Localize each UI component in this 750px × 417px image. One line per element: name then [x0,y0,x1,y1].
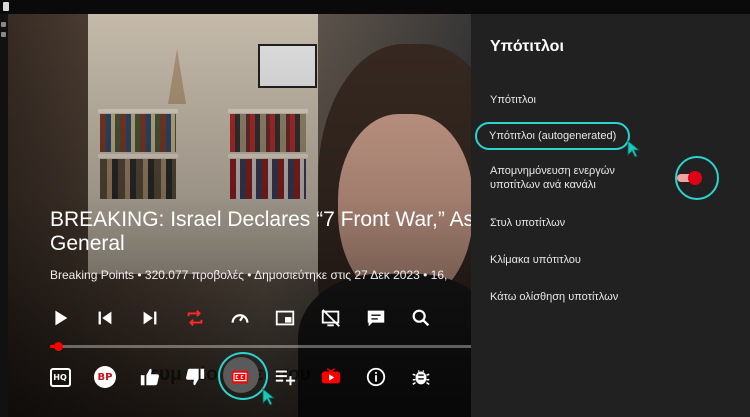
play-button[interactable] [47,305,73,331]
window-indicator-icon [3,2,9,11]
captions-box-icon [367,310,385,327]
next-icon [143,311,157,325]
subtitles-settings-panel: Υπότιτλοι Υπότιτλοι Υπότιτλοι (autogener… [471,14,750,417]
menu-item-label: Υπότιτλοι [490,94,536,106]
cast-button[interactable] [318,305,344,331]
play-icon [55,310,68,326]
menu-item-subtitle-scale[interactable]: Κλίμακα υπότιτλου [490,253,581,267]
hq-label: HQ [53,372,67,382]
menu-item-label: Υπότιτλοι (autogenerated) [489,130,617,142]
menu-item-label: Κάτω ολίσθηση υποτίτλων [490,291,619,303]
search-button[interactable] [408,305,434,331]
captions-button[interactable] [363,305,389,331]
menu-item-subtitle-bottom-offset[interactable]: Κάτω ολίσθηση υποτίτλων [490,290,618,304]
hq-icon: HQ [49,367,71,387]
channel-button[interactable]: BP [92,364,118,390]
info-icon [366,367,386,387]
playback-speed-button[interactable] [227,305,253,331]
info-button[interactable] [363,364,389,390]
remember-subtitles-toggle[interactable] [688,171,702,185]
previous-icon [98,311,112,325]
menu-item-label: Απομνημόνευση ενεργών υποτίτλων ανά κανά… [490,165,615,191]
repeat-icon [187,310,203,326]
add-to-playlist-button[interactable] [272,364,298,390]
miniplayer-button[interactable] [272,305,298,331]
menu-item-subtitle-style[interactable]: Στυλ υποτίτλων [490,216,565,230]
next-button[interactable] [137,305,163,331]
panel-title: Υπότιτλοι [490,38,564,55]
channel-avatar-label: BP [97,371,113,383]
dislike-button[interactable] [182,364,208,390]
top-status-bar [0,0,750,14]
previous-button[interactable] [92,305,118,331]
pointer-cursor-icon [262,388,276,406]
youtube-button[interactable] [318,364,344,390]
menu-item-remember-subtitles-per-channel[interactable]: Απομνημόνευση ενεργών υποτίτλων ανά κανά… [490,164,650,192]
bug-report-button[interactable] [408,364,434,390]
search-icon [412,309,430,327]
video-meta: Breaking Points • 320.077 προβολές • Δημ… [50,268,448,282]
video-title: BREAKING: Israel Declares “7 Front War,”… [50,208,485,255]
seek-bar[interactable] [50,342,471,351]
subtitles-button[interactable] [227,364,253,390]
menu-item-label: Κλίμακα υπότιτλου [490,254,581,266]
subtitles-icon [231,370,249,384]
bug-icon [412,370,430,385]
pointer-cursor-icon [627,140,641,158]
miniplayer-icon [275,310,295,326]
strip-icon [1,22,6,27]
like-icon [140,368,159,386]
menu-item-subtitles[interactable]: Υπότιτλοι [490,93,536,107]
youtube-icon [321,368,341,384]
dislike-icon [186,368,205,386]
left-edge-strip [0,14,8,417]
add-to-playlist-icon [275,370,296,386]
menu-item-subtitles-autogenerated[interactable]: Υπότιτλοι (autogenerated) [475,122,631,150]
channel-avatar: BP [94,366,116,388]
cast-off-icon [321,309,340,327]
strip-icon [1,32,6,37]
repeat-button[interactable] [182,305,208,331]
menu-item-label: Στυλ υποτίτλων [490,217,566,229]
speed-icon [231,314,249,323]
hq-button[interactable]: HQ [47,364,73,390]
like-button[interactable] [137,364,163,390]
